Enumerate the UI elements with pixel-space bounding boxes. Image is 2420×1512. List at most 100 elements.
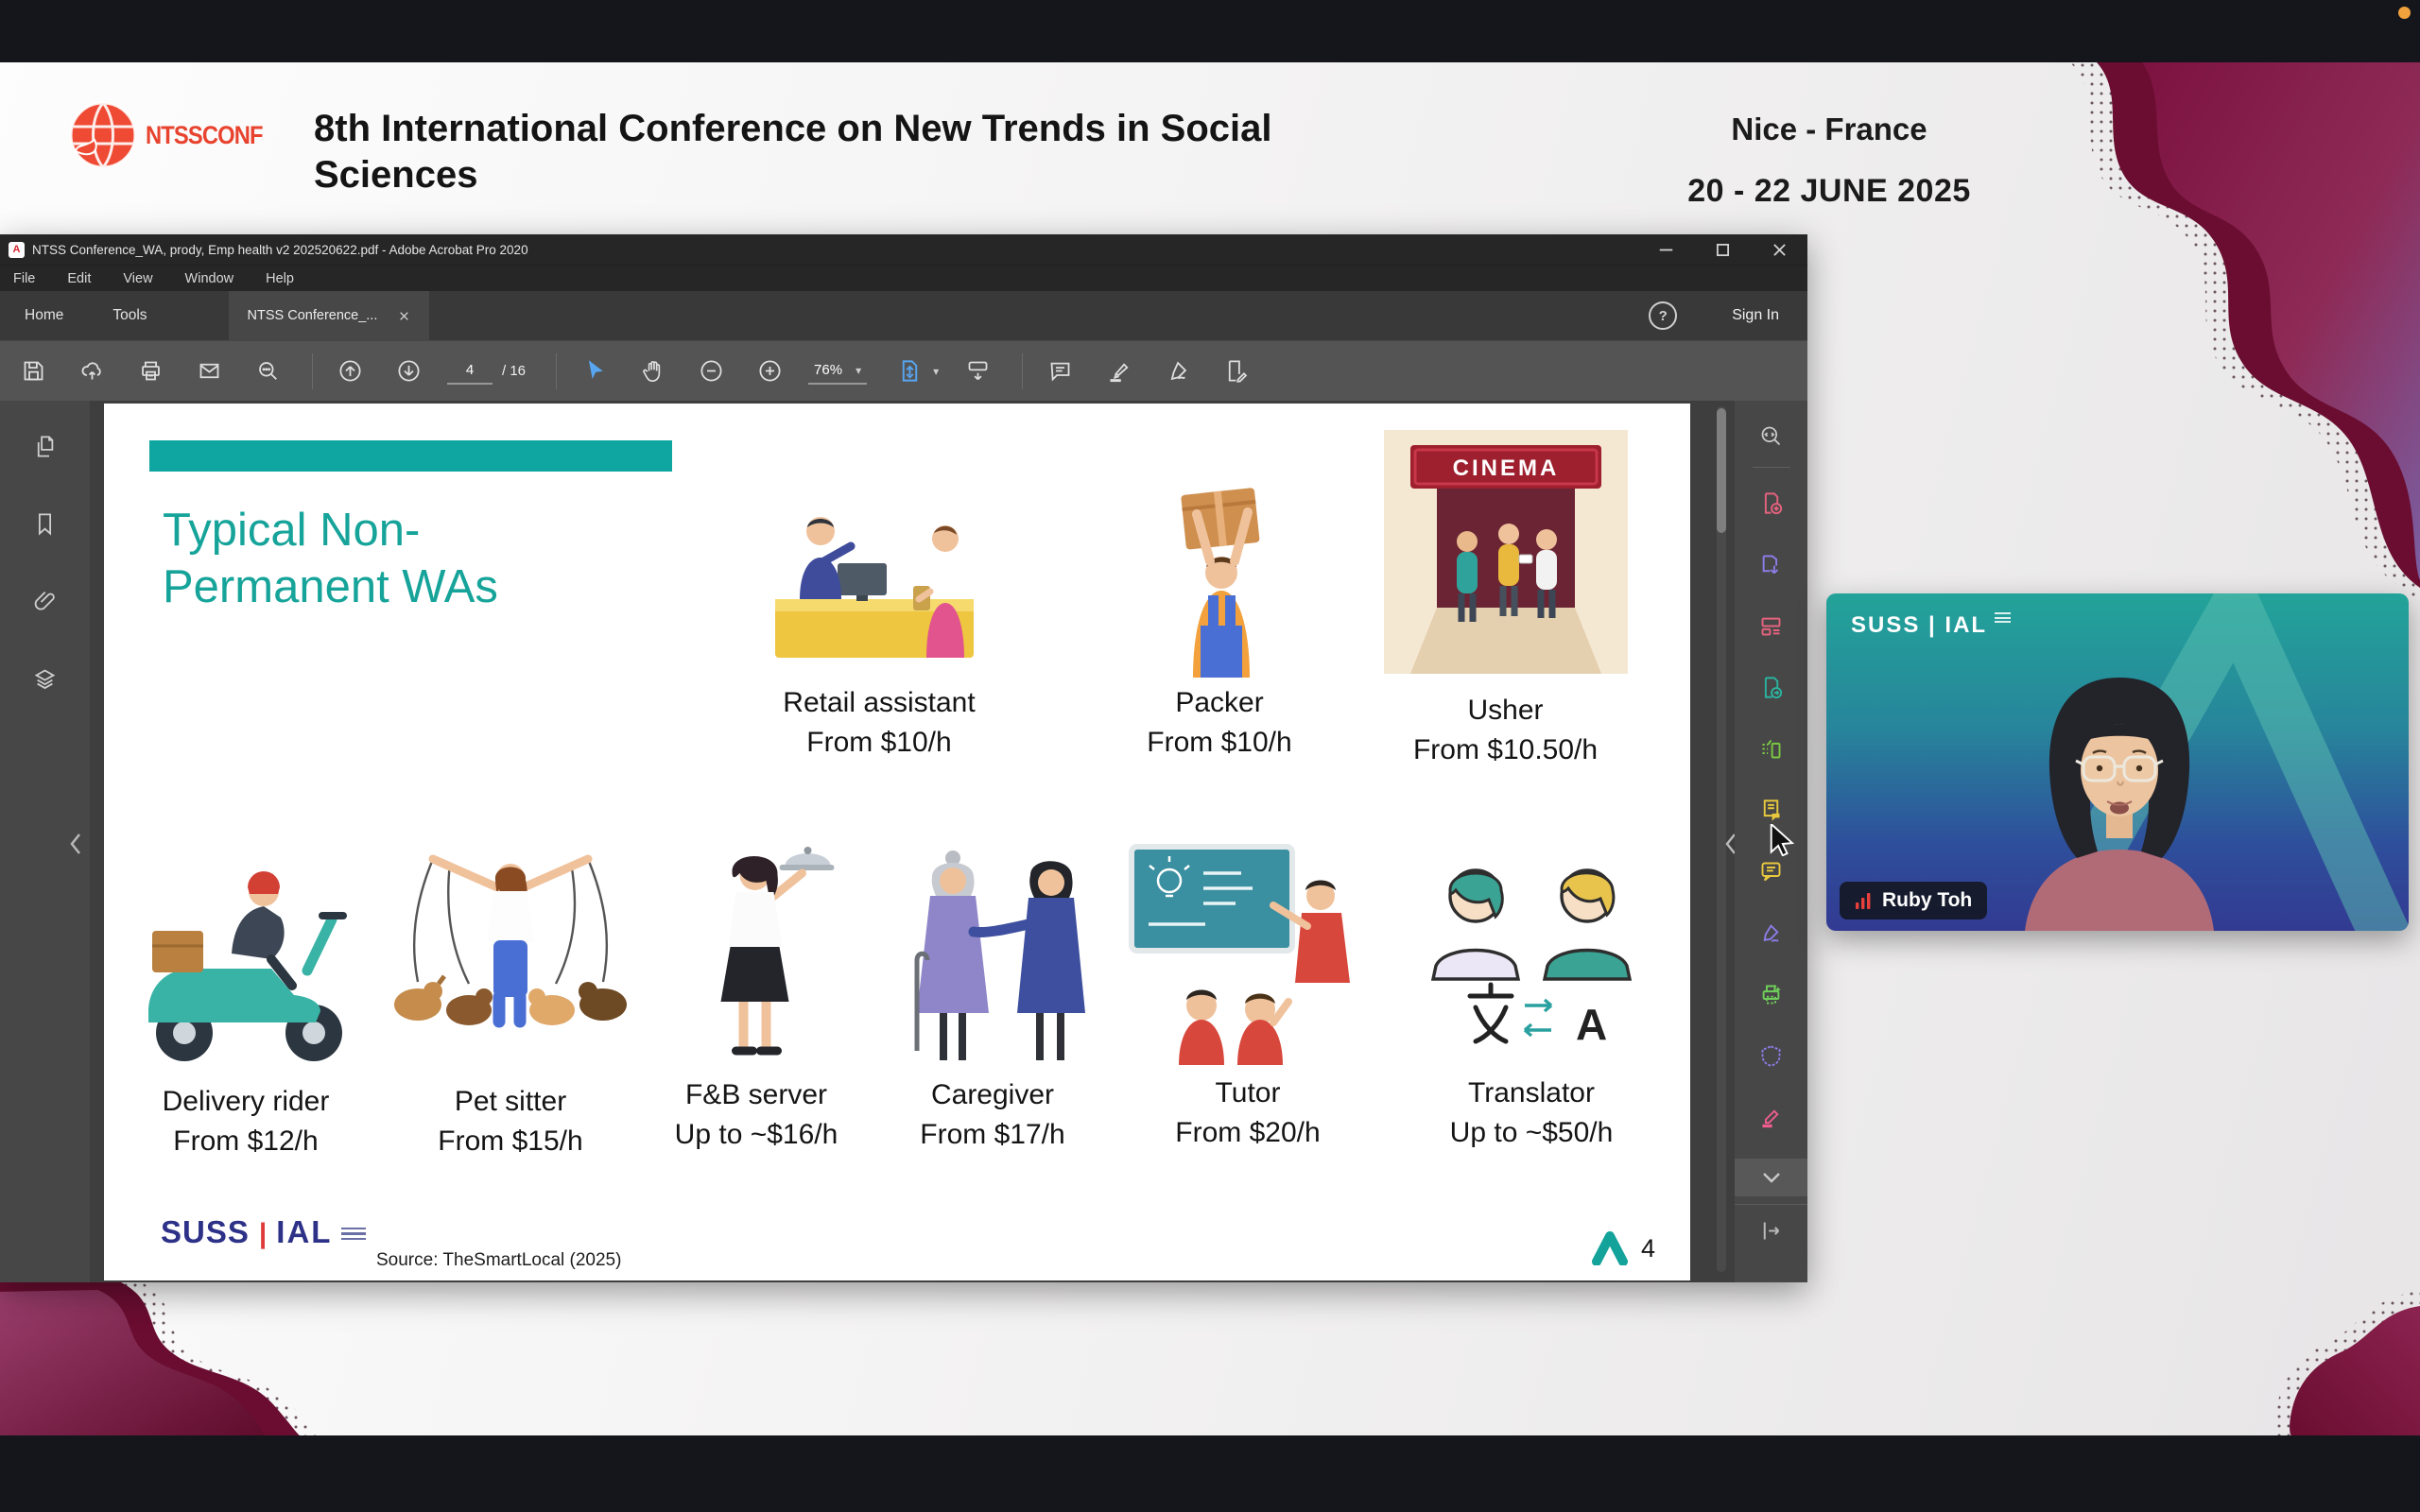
acrobat-titlebar[interactable]: A NTSS Conference_WA, prody, Emp health … [0,234,1807,265]
bookmark-icon [32,511,58,537]
webcam-panel[interactable]: SUSS | IAL Ruby [1826,593,2409,931]
page-number-input[interactable] [447,358,493,385]
search-button[interactable] [248,352,287,391]
combine-files-button[interactable] [1750,727,1793,770]
document-viewport[interactable]: Typical Non- Permanent WAs [90,401,1735,1282]
pdf-page: Typical Non- Permanent WAs [104,404,1690,1280]
comment-tool-button[interactable] [1040,352,1080,391]
share-pdf-button[interactable] [1750,665,1793,709]
menu-file[interactable]: File [13,271,35,286]
menu-help[interactable]: Help [266,271,294,286]
job-translator: A Translator Up to ~$50/h [1404,833,1659,1164]
meeting-top-bar [0,0,2420,62]
zoom-out-button[interactable] [691,352,731,391]
create-pdf-button[interactable] [1750,481,1793,524]
next-page-button[interactable] [389,352,428,391]
marquee-zoom-button[interactable] [1750,414,1793,457]
export-pdf-button[interactable] [1750,542,1793,586]
suss-ial-footer-logo: SUSS | IAL [161,1214,366,1250]
layers-button[interactable] [25,658,66,699]
save-button[interactable] [13,352,53,391]
tab-tools[interactable]: Tools [88,291,171,340]
chevron-down-icon[interactable]: ▾ [933,365,939,378]
edit-pdf-button[interactable] [1750,604,1793,647]
conference-location-block: Nice - France 20 - 22 JUNE 2025 [1673,112,1985,210]
menu-view[interactable]: View [123,271,152,286]
fit-page-button[interactable] [890,352,929,391]
page-edit-icon [1223,358,1249,384]
create-pdf-icon [1758,490,1784,516]
acrobat-tabbar: Home Tools NTSS Conference_... ? Sign In [0,291,1807,340]
email-button[interactable] [189,352,229,391]
toolbar-divider [1022,353,1023,389]
hand-tool-button[interactable] [632,352,672,391]
redact-button[interactable] [1750,1095,1793,1139]
tab-home[interactable]: Home [0,291,88,340]
acrobat-toolbar: / 16 76% ▾ ▾ [0,340,1807,401]
decor-bottom-right [2182,1291,2420,1435]
zoom-out-icon [699,358,724,384]
collapse-left-panel-button[interactable] [68,832,81,856]
translator-illustration: A [1413,833,1650,1056]
toolbar-divider [556,353,557,389]
fill-sign-panel-button[interactable] [1750,911,1793,954]
caregiver-illustration [870,833,1115,1070]
menu-edit[interactable]: Edit [67,271,91,286]
close-button[interactable] [1751,234,1807,265]
tab-close-icon[interactable] [398,310,410,322]
presenter-avatar [1968,647,2271,931]
highlight-tool-button[interactable] [1098,352,1138,391]
left-panel-rail [0,401,90,1282]
select-tool-button[interactable] [574,352,614,391]
zoom-in-button[interactable] [750,352,789,391]
print-button[interactable] [130,352,170,391]
acrobat-content: Typical Non- Permanent WAs [0,401,1807,1282]
window-title: NTSS Conference_WA, prody, Emp health v2… [32,243,528,257]
rail-divider [1753,467,1790,468]
cinema-sign-text: CINEMA [1452,455,1559,481]
fb-server-illustration [674,833,839,1070]
zoom-level-select[interactable]: 76% ▾ [808,358,867,385]
menu-window[interactable]: Window [185,271,234,286]
status-dot [2398,7,2411,19]
lambda-logo-icon [1590,1231,1630,1265]
help-button[interactable]: ? [1649,301,1677,330]
pet-sitter-illustration [378,838,643,1065]
highlighter-icon [1106,358,1132,384]
redact-marker-icon [1758,1105,1784,1130]
print-sparkle-icon [1758,982,1784,1007]
protect-pdf-button[interactable] [1750,1034,1793,1077]
edit-pdf-tool-button[interactable] [1216,352,1255,391]
save-icon [21,358,46,384]
export-pdf-icon [1758,552,1784,577]
layers-icon [32,666,58,692]
fill-sign-tool-button[interactable] [1157,352,1197,391]
job-tutor: Tutor From $20/h [1120,833,1375,1164]
chevron-down-icon [1762,1172,1781,1183]
more-tools-button[interactable] [1735,1159,1807,1196]
comment-icon [1047,358,1073,384]
print-production-button[interactable] [1750,972,1793,1016]
tab-document[interactable]: NTSS Conference_... [229,291,430,340]
page-thumbnails-button[interactable] [25,425,66,467]
previous-page-button[interactable] [330,352,370,391]
sign-in-button[interactable]: Sign In [1732,307,1779,324]
minimize-button[interactable] [1637,234,1694,265]
conference-dates: 20 - 22 JUNE 2025 [1673,173,1985,210]
latin-character-glyph: A [1576,1000,1607,1049]
search-icon [255,358,281,384]
share-upload-button[interactable] [72,352,112,391]
audio-level-icon [1855,890,1872,911]
bookmarks-button[interactable] [25,503,66,544]
zoom-in-icon [757,358,783,384]
job-pet-sitter: Pet sitter From $15/h [378,838,643,1169]
scrollbar-thumb[interactable] [1717,408,1726,533]
maximize-button[interactable] [1694,234,1751,265]
attachments-button[interactable] [25,580,66,622]
hide-toolbar-button[interactable] [958,352,997,391]
webcam-suss-ial-logo: SUSS | IAL [1851,612,2011,639]
share-pdf-icon [1758,675,1784,700]
open-tools-panel-button[interactable] [1735,1204,1807,1256]
conference-logo: NTSSCONF [66,98,279,172]
envelope-icon [197,358,222,384]
